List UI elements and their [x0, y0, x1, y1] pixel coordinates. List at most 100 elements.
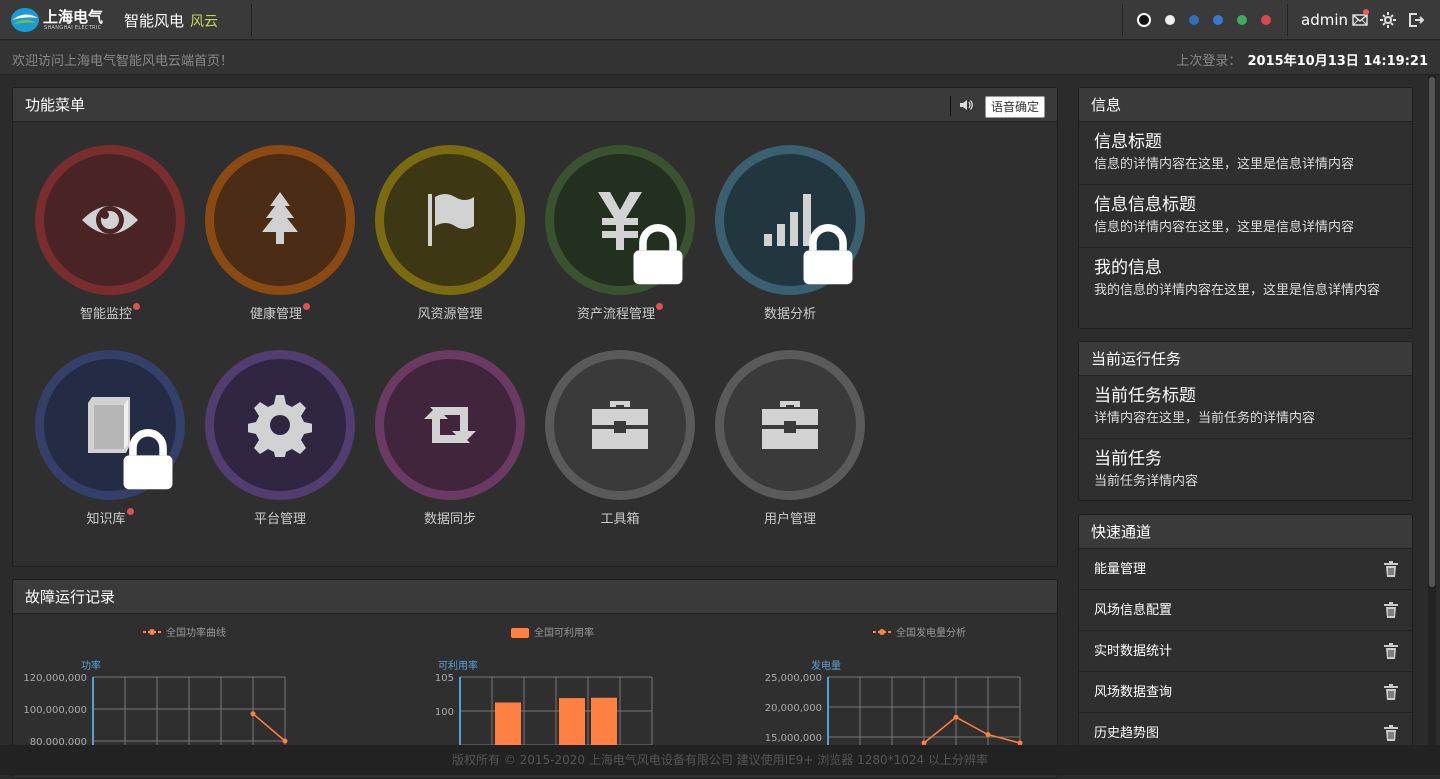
theme-dot-blue[interactable]	[1189, 15, 1199, 25]
panel-title: 信息	[1091, 96, 1122, 114]
quick-item[interactable]: 能量管理	[1079, 549, 1412, 590]
menu-tile-ring[interactable]	[35, 145, 185, 295]
voice-confirm-button[interactable]: 语音确定	[984, 96, 1045, 118]
quick-item-label: 历史趋势图	[1094, 726, 1160, 741]
y-tick-label: 105	[435, 673, 454, 684]
menu-tile[interactable]: 智能监控	[35, 145, 185, 335]
app-title: 智能风电 风云	[124, 10, 218, 31]
quick-item[interactable]: 风场信息配置	[1079, 590, 1412, 631]
logo[interactable]: 上海电气 SHANGHAI ELECTRIC	[10, 6, 103, 34]
menu-tile-label: 用户管理	[715, 508, 865, 527]
menu-tile-ring[interactable]	[205, 350, 355, 500]
eye-icon	[82, 206, 138, 234]
notification-dot	[656, 303, 663, 310]
divider	[1122, 4, 1123, 36]
quick-access-panel: 快速通道 能量管理风场信息配置实时数据统计风场数据查询 历史趋势图	[1078, 514, 1413, 754]
gear-icon[interactable]	[1380, 12, 1396, 28]
last-login: 上次登录： 2015年10月13日 14:19:21	[1176, 50, 1428, 69]
task-item[interactable]: 当前任务标题 详情内容在这里，当前任务的详情内容	[1079, 376, 1412, 439]
task-item-desc: 详情内容在这里，当前任务的详情内容	[1094, 411, 1316, 426]
menu-tile[interactable]: 知识库	[35, 350, 185, 540]
menu-tile-ring[interactable]	[375, 350, 525, 500]
info-item[interactable]: 信息标题 信息的详情内容在这里，这里是信息详情内容	[1079, 122, 1412, 185]
flag-icon	[428, 194, 474, 246]
y-tick-label: 100	[435, 707, 454, 718]
trash-icon[interactable]	[1384, 684, 1398, 700]
menu-tile[interactable]: 健康管理	[205, 145, 355, 335]
trash-icon[interactable]	[1384, 725, 1398, 741]
theme-dot-black[interactable]	[1137, 13, 1151, 27]
menu-tile-label: 风资源管理	[375, 303, 525, 322]
notification-dot	[303, 303, 310, 310]
trash-icon[interactable]	[1384, 602, 1398, 618]
logout-icon[interactable]	[1408, 12, 1424, 28]
theme-dot-red[interactable]	[1261, 15, 1271, 25]
quick-item-label: 能量管理	[1094, 562, 1147, 577]
menu-tile-ring[interactable]	[715, 350, 865, 500]
scrollbar-thumb[interactable]	[1429, 77, 1435, 587]
speaker-icon[interactable]	[959, 98, 973, 112]
app-title-text: 智能风电	[124, 12, 185, 30]
menu-tile[interactable]: 风资源管理	[375, 145, 525, 335]
trash-icon[interactable]	[1384, 643, 1398, 659]
function-menu-panel: 功能菜单 语音确定 智能监控 健康管理 风资源管理 资产流程管理 数据分析 知识库 平台管理…	[12, 87, 1058, 567]
task-item-title: 当前任务	[1094, 449, 1162, 469]
theme-dot-white[interactable]	[1165, 15, 1175, 25]
menu-tile-label: 数据同步	[375, 508, 525, 527]
legend-label: 全国发电量分析	[896, 626, 966, 639]
menu-tile-label: 平台管理	[205, 508, 355, 527]
task-item-desc: 当前任务详情内容	[1094, 474, 1199, 489]
menu-tile[interactable]: 用户管理	[715, 350, 865, 540]
lock-icon	[803, 224, 853, 285]
y-tick-label: 120,000,000	[23, 673, 87, 684]
menu-tile[interactable]: 数据分析	[715, 145, 865, 335]
lock-icon	[633, 224, 683, 285]
theme-dot-green[interactable]	[1237, 15, 1247, 25]
y-tick-label: 20,000,000	[765, 703, 822, 714]
app-subtitle: 风云	[190, 14, 219, 30]
menu-tile-label: 数据分析	[715, 303, 865, 322]
quick-item-label: 风场信息配置	[1094, 603, 1173, 618]
quick-item[interactable]: 风场数据查询	[1079, 672, 1412, 713]
series-line	[252, 713, 286, 742]
top-bar: 上海电气 SHANGHAI ELECTRIC 智能风电 风云 admin	[0, 0, 1440, 40]
menu-tile-ring[interactable]	[205, 145, 355, 295]
quick-item[interactable]: 实时数据统计	[1079, 631, 1412, 672]
menu-tile[interactable]: 平台管理	[205, 350, 355, 540]
menu-tile-label: 健康管理	[205, 303, 355, 322]
menu-tile[interactable]: 工具箱	[545, 350, 695, 540]
menu-tile-ring[interactable]	[545, 145, 695, 295]
info-item-title: 信息信息标题	[1094, 195, 1196, 215]
menu-tile-ring[interactable]	[35, 350, 185, 500]
menu-tile-ring[interactable]	[375, 145, 525, 295]
data-point	[250, 711, 256, 717]
task-item[interactable]: 当前任务 当前任务详情内容	[1079, 439, 1412, 499]
menu-tile[interactable]: 数据同步	[375, 350, 525, 540]
menu-tile-ring[interactable]	[715, 145, 865, 295]
panel-header: 当前运行任务	[1079, 342, 1412, 376]
divider	[251, 4, 252, 36]
logo-mark-icon	[11, 8, 39, 32]
username[interactable]: admin	[1301, 11, 1348, 29]
trash-icon[interactable]	[1384, 561, 1398, 577]
scrollbar[interactable]	[1428, 75, 1436, 745]
menu-tile-label: 知识库	[35, 508, 185, 527]
fault-charts: 全国功率曲线功率120,000,000100,000,00080,000,000…	[23, 626, 1023, 755]
data-point	[985, 732, 991, 738]
welcome-bar: 欢迎访问上海电气智能风电云端首页！ 上次登录： 2015年10月13日 14:19…	[0, 41, 1440, 75]
menu-tile-label-text: 风资源管理	[417, 307, 483, 322]
menu-tile[interactable]: 资产流程管理	[545, 145, 695, 335]
info-item[interactable]: 我的信息 我的信息的详情内容在这里，这里是信息详情内容	[1079, 248, 1412, 308]
panel-header: 快速通道	[1079, 515, 1412, 549]
menu-tile-label-text: 用户管理	[763, 512, 816, 527]
info-item-desc: 我的信息的详情内容在这里，这里是信息详情内容	[1094, 283, 1381, 298]
last-login-label: 上次登录：	[1176, 54, 1242, 69]
menu-tile-ring[interactable]	[545, 350, 695, 500]
briefcase-icon	[592, 401, 648, 449]
info-item[interactable]: 信息信息标题 信息的详情内容在这里，这里是信息详情内容	[1079, 185, 1412, 248]
footer: 版权所有 © 2015-2020 上海电气风电设备有限公司 建议使用IE9+ 浏…	[0, 745, 1440, 775]
quick-item-label: 风场数据查询	[1094, 685, 1173, 700]
theme-dot-lightblue[interactable]	[1213, 15, 1223, 25]
menu-tile-label-text: 平台管理	[253, 512, 306, 527]
sync-icon	[424, 407, 476, 443]
